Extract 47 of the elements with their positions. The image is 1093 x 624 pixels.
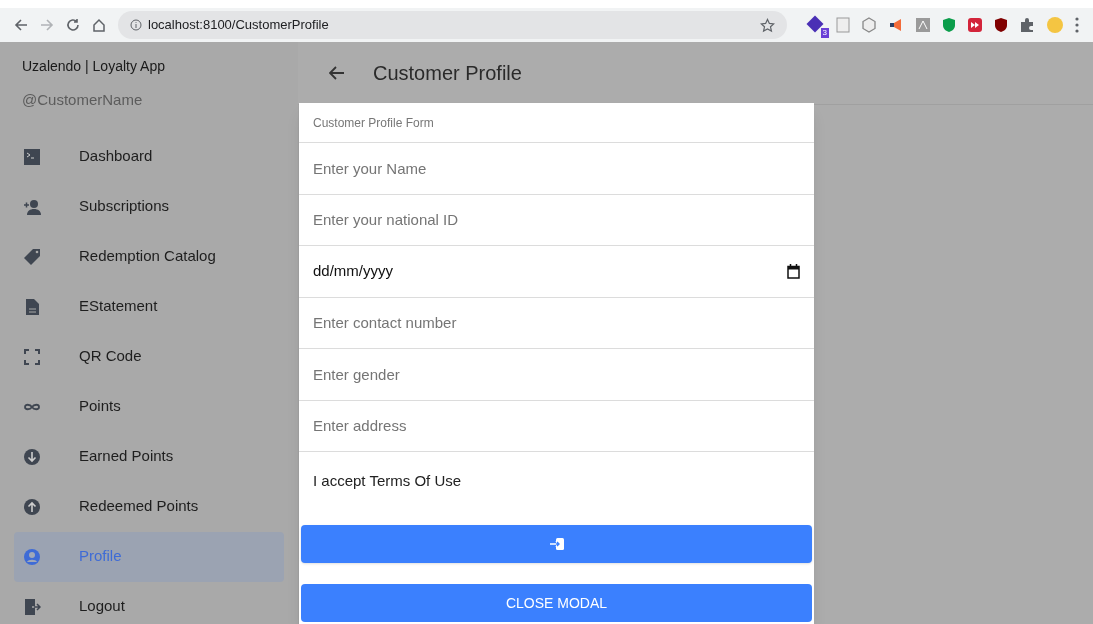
form-title: Customer Profile Form [313,114,434,132]
arrow-down-circle-icon [23,447,41,466]
username: @CustomerName [22,90,144,110]
person-add-icon [23,197,41,216]
sidebar-item[interactable]: Redemption Catalog [14,231,284,282]
back-icon[interactable] [14,18,28,32]
extension-badge: 3 [820,28,829,38]
sidebar-item[interactable]: Dashboard [14,131,284,182]
app-title: Uzalendo | Loyalty App [22,57,166,76]
home-icon[interactable] [92,18,106,32]
star-icon[interactable] [760,17,775,33]
reload-icon[interactable] [66,18,80,32]
input-field[interactable]: Enter address [313,407,800,444]
back-icon[interactable] [329,66,345,80]
login-icon [549,537,564,551]
menu-icon[interactable] [1075,17,1079,33]
sidebar-item[interactable]: Logout [14,581,284,624]
scan-frame-icon [23,347,41,366]
page-title: Customer Profile [373,61,522,86]
close-modal-button[interactable]: CLOSE MODAL [301,584,812,622]
input-field[interactable]: Enter your Name [313,150,800,187]
sidebar-item[interactable]: EStatement [14,281,284,332]
document-icon [23,297,41,316]
person-circle-icon [23,547,41,566]
sidebar-item[interactable]: Redeemed Points [14,481,284,532]
hexagon-icon[interactable] [861,17,877,33]
sidebar-item[interactable]: QR Code [14,331,284,382]
address-bar[interactable]: localhost:8100/CustomerProfile [118,11,787,39]
arrow-up-circle-icon [23,497,41,516]
fast-forward-icon[interactable] [967,17,983,33]
tag-icon [23,247,41,266]
date-field[interactable]: dd/mm/yyyy [313,253,800,290]
puzzle-icon[interactable] [1019,17,1035,33]
terms-label: I accept Terms Of Use [313,472,462,489]
terminal-icon [23,147,41,166]
sidebar-item[interactable]: Earned Points [14,431,284,482]
logout-icon [23,597,41,616]
url-text: localhost:8100/CustomerProfile [148,16,330,35]
input-field[interactable]: Enter contact number [313,304,800,341]
shield-icon[interactable] [994,17,1008,33]
info-icon [130,19,142,31]
sidebar-item[interactable]: Subscriptions [14,181,284,232]
input-field[interactable]: Enter gender [313,356,800,393]
calendar-icon[interactable] [787,263,800,279]
sidebar-item[interactable]: Points [14,381,284,432]
input-field[interactable]: Enter your national ID [313,201,800,238]
megaphone-icon[interactable] [888,17,904,33]
